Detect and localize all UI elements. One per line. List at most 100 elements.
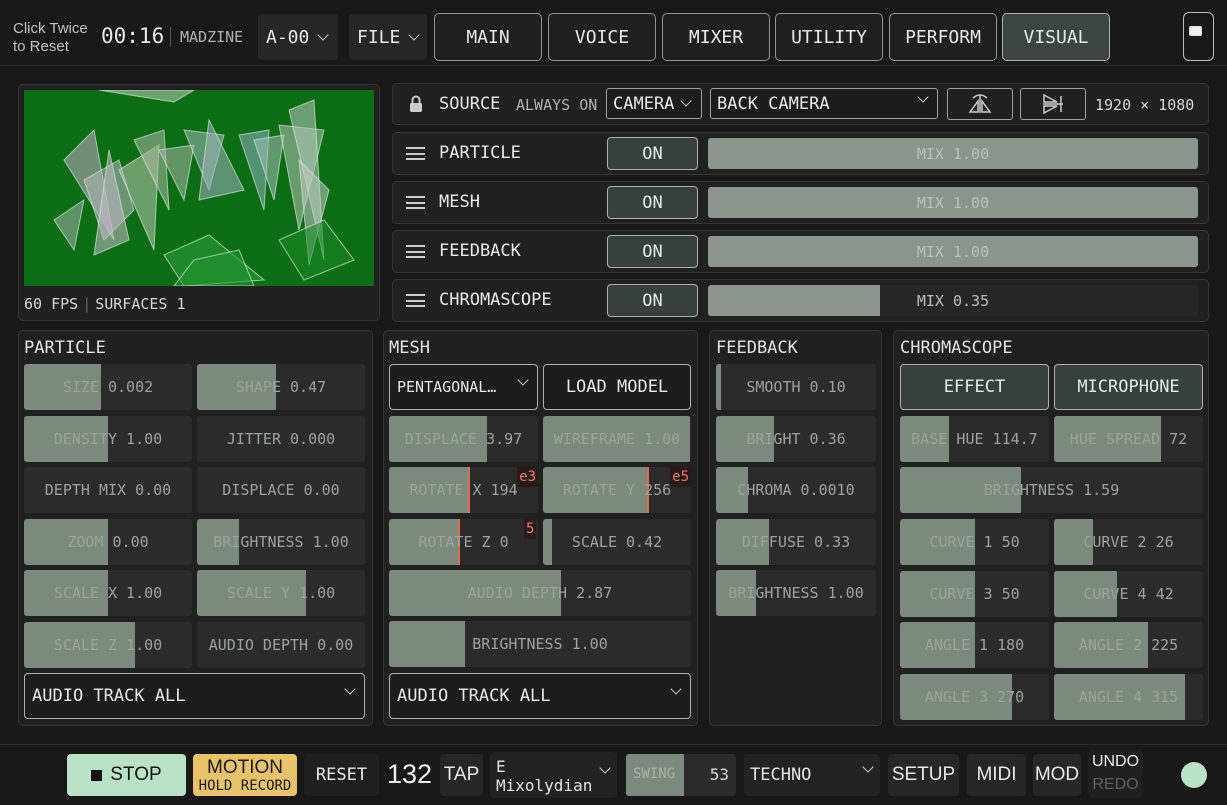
particle-depth-mix-slider[interactable]: DEPTH MIX 0.00 [24, 467, 192, 513]
source-type-value: CAMERA [613, 93, 675, 114]
particle-audio-track-dropdown[interactable]: AUDIO TRACK ALL [24, 673, 365, 719]
midi-button[interactable]: MIDI [967, 754, 1026, 796]
mesh-rotate-y-slider-label: ROTATE Y 256 [562, 481, 672, 499]
feedback-diffuse-slider[interactable]: DIFFUSE 0.33 [716, 518, 876, 565]
flip-horizontal-button[interactable] [947, 88, 1013, 120]
layer-toggle-button[interactable]: ON [607, 284, 698, 317]
feedback-chroma-slider[interactable]: CHROMA 0.0010 [716, 467, 876, 513]
particle-size-slider[interactable]: SIZE 0.002 [24, 364, 192, 410]
tab-visual[interactable]: VISUAL [1002, 13, 1110, 61]
particle-title: PARTICLE [24, 338, 106, 358]
layer-name: CHROMASCOPE [439, 290, 552, 310]
drag-handle-icon[interactable] [406, 294, 425, 307]
particle-zoom-slider[interactable]: ZOOM 0.00 [24, 518, 192, 565]
stop-icon [91, 769, 103, 781]
particle-shape-slider[interactable]: SHAPE 0.47 [197, 364, 365, 410]
layer-mix-slider[interactable]: MIX 0.35 [708, 285, 1198, 316]
swing-slider[interactable]: SWING 53 [626, 754, 736, 796]
window-toggle-button[interactable] [1183, 12, 1214, 61]
chromascope-curve-3-slider[interactable]: CURVE 3 50 [900, 570, 1049, 617]
flip-vertical-button[interactable] [1020, 88, 1086, 120]
layer-toggle-button[interactable]: ON [607, 235, 698, 268]
stop-button[interactable]: STOP [67, 754, 186, 796]
undo-button[interactable]: UNDO [1088, 750, 1143, 773]
particle-displace-slider[interactable]: DISPLACE 0.00 [197, 467, 365, 513]
camera-device-dropdown[interactable]: BACK CAMERA [710, 88, 938, 119]
motion-record-button[interactable]: MOTION HOLD RECORD [193, 754, 297, 796]
chromascope-base-hue-slider[interactable]: BASE HUE 114.7 [900, 416, 1049, 462]
tab-main[interactable]: MAIN [434, 13, 542, 61]
tap-button[interactable]: TAP [440, 754, 483, 796]
tab-perform[interactable]: PERFORM [889, 13, 997, 61]
tab-voice[interactable]: VOICE [548, 13, 656, 61]
particle-depth-mix-slider-label: DEPTH MIX 0.00 [44, 481, 172, 499]
mesh-rotate-y-slider[interactable]: e5 ROTATE Y 256 [543, 467, 691, 513]
chromascope-angle-3-slider[interactable]: ANGLE 3 270 [900, 673, 1049, 720]
drag-handle-icon[interactable] [406, 245, 425, 258]
chromascope-curve-4-slider[interactable]: CURVE 4 42 [1054, 570, 1203, 617]
chromascope-angle-1-slider[interactable]: ANGLE 1 180 [900, 622, 1049, 668]
chevron-down-icon [680, 95, 693, 107]
layer-mix-slider[interactable]: MIX 1.00 [708, 187, 1198, 218]
mesh-displace-slider[interactable]: DISPLACE 3.97 [389, 416, 538, 462]
chromascope-curve-2-slider[interactable]: CURVE 2 26 [1054, 519, 1203, 565]
reset-hint[interactable]: Click Twice to Reset [13, 20, 88, 56]
layer-name: MESH [439, 192, 480, 212]
feedback-bright-slider[interactable]: BRIGHT 0.36 [716, 415, 876, 462]
particle-scale-y-slider-label: SCALE Y 1.00 [226, 584, 336, 602]
chromascope-angle-4-slider[interactable]: ANGLE 4 315 [1054, 673, 1203, 720]
reset-button[interactable]: RESET [304, 754, 379, 796]
file-menu[interactable]: FILE [349, 14, 427, 60]
mesh-title: MESH [389, 338, 430, 358]
feedback-brightness-slider[interactable]: BRIGHTNESS 1.00 [716, 570, 876, 616]
particle-scale-z-slider[interactable]: SCALE Z 1.00 [24, 621, 192, 668]
particle-audio-depth-slider[interactable]: AUDIO DEPTH 0.00 [197, 621, 365, 668]
chromascope-hue-spread-slider[interactable]: HUE SPREAD 72 [1054, 416, 1203, 462]
mod-button[interactable]: MOD [1033, 754, 1081, 796]
microphone-button[interactable]: MICROPHONE [1054, 364, 1203, 410]
load-model-button[interactable]: LOAD MODEL [543, 364, 691, 410]
chromascope-brightness-slider[interactable]: BRIGHTNESS 1.59 [900, 467, 1203, 513]
chromascope-angle-2-slider[interactable]: ANGLE 2 225 [1054, 622, 1203, 668]
tab-utility[interactable]: UTILITY [775, 13, 883, 61]
mesh-wireframe-slider[interactable]: WIREFRAME 1.00 [543, 416, 691, 462]
divider: | [82, 295, 92, 313]
source-type-dropdown[interactable]: CAMERA [606, 88, 702, 119]
layer-mix-slider[interactable]: MIX 1.00 [708, 236, 1198, 267]
layer-mix-slider[interactable]: MIX 1.00 [708, 138, 1198, 169]
layer-toggle-button[interactable]: ON [607, 137, 698, 170]
setup-button[interactable]: SETUP [888, 754, 959, 796]
chromascope-curve-1-slider[interactable]: CURVE 1 50 [900, 519, 1049, 565]
mesh-rotate-z-slider[interactable]: 5 ROTATE Z 0 [389, 519, 538, 565]
particle-density-slider[interactable]: DENSITY 1.00 [24, 415, 192, 462]
layer-toggle-button[interactable]: ON [607, 186, 698, 219]
mix-label: MIX 1.00 [916, 193, 990, 212]
mix-label: MIX 1.00 [916, 242, 990, 261]
chromascope-base-hue-slider-label: BASE HUE 114.7 [911, 430, 1038, 448]
bpm-readout[interactable]: 132 [387, 759, 432, 790]
mesh-audio-depth-slider[interactable]: AUDIO DEPTH 2.87 [389, 570, 691, 616]
effect-button[interactable]: EFFECT [900, 364, 1049, 410]
preset-dropdown[interactable]: A-00 [258, 14, 338, 60]
mesh-scale-slider[interactable]: SCALE 0.42 [543, 519, 691, 565]
style-dropdown[interactable]: TECHNO [744, 754, 880, 796]
drag-handle-icon[interactable] [406, 196, 425, 209]
drag-handle-icon[interactable] [406, 147, 425, 160]
particle-brightness-slider[interactable]: BRIGHTNESS 1.00 [197, 518, 365, 565]
feedback-smooth-slider[interactable]: SMOOTH 0.10 [716, 364, 876, 410]
mesh-rotate-x-slider-label: ROTATE X 194 [409, 481, 518, 499]
particle-scale-x-slider[interactable]: SCALE X 1.00 [24, 570, 192, 616]
particle-jitter-slider[interactable]: JITTER 0.000 [197, 415, 365, 462]
redo-button[interactable]: REDO [1088, 773, 1143, 796]
chromascope-angle-4-slider-label: ANGLE 4 315 [1078, 687, 1179, 706]
tab-mixer[interactable]: MIXER [662, 13, 770, 61]
particle-scale-y-slider[interactable]: SCALE Y 1.00 [197, 570, 365, 616]
mesh-rotate-x-slider[interactable]: e3 ROTATE X 194 [389, 467, 538, 513]
chevron-down-icon [344, 683, 356, 695]
feedback-brightness-slider-label: BRIGHTNESS 1.00 [728, 584, 864, 602]
mesh-brightness-slider[interactable]: BRIGHTNESS 1.00 [389, 621, 691, 667]
particle-density-slider-label: DENSITY 1.00 [53, 429, 163, 448]
mesh-audio-track-dropdown[interactable]: AUDIO TRACK ALL [389, 673, 691, 719]
mesh-model-dropdown[interactable]: PENTAGONAL… [389, 364, 538, 410]
scale-dropdown[interactable]: E Mixolydian [490, 752, 617, 798]
